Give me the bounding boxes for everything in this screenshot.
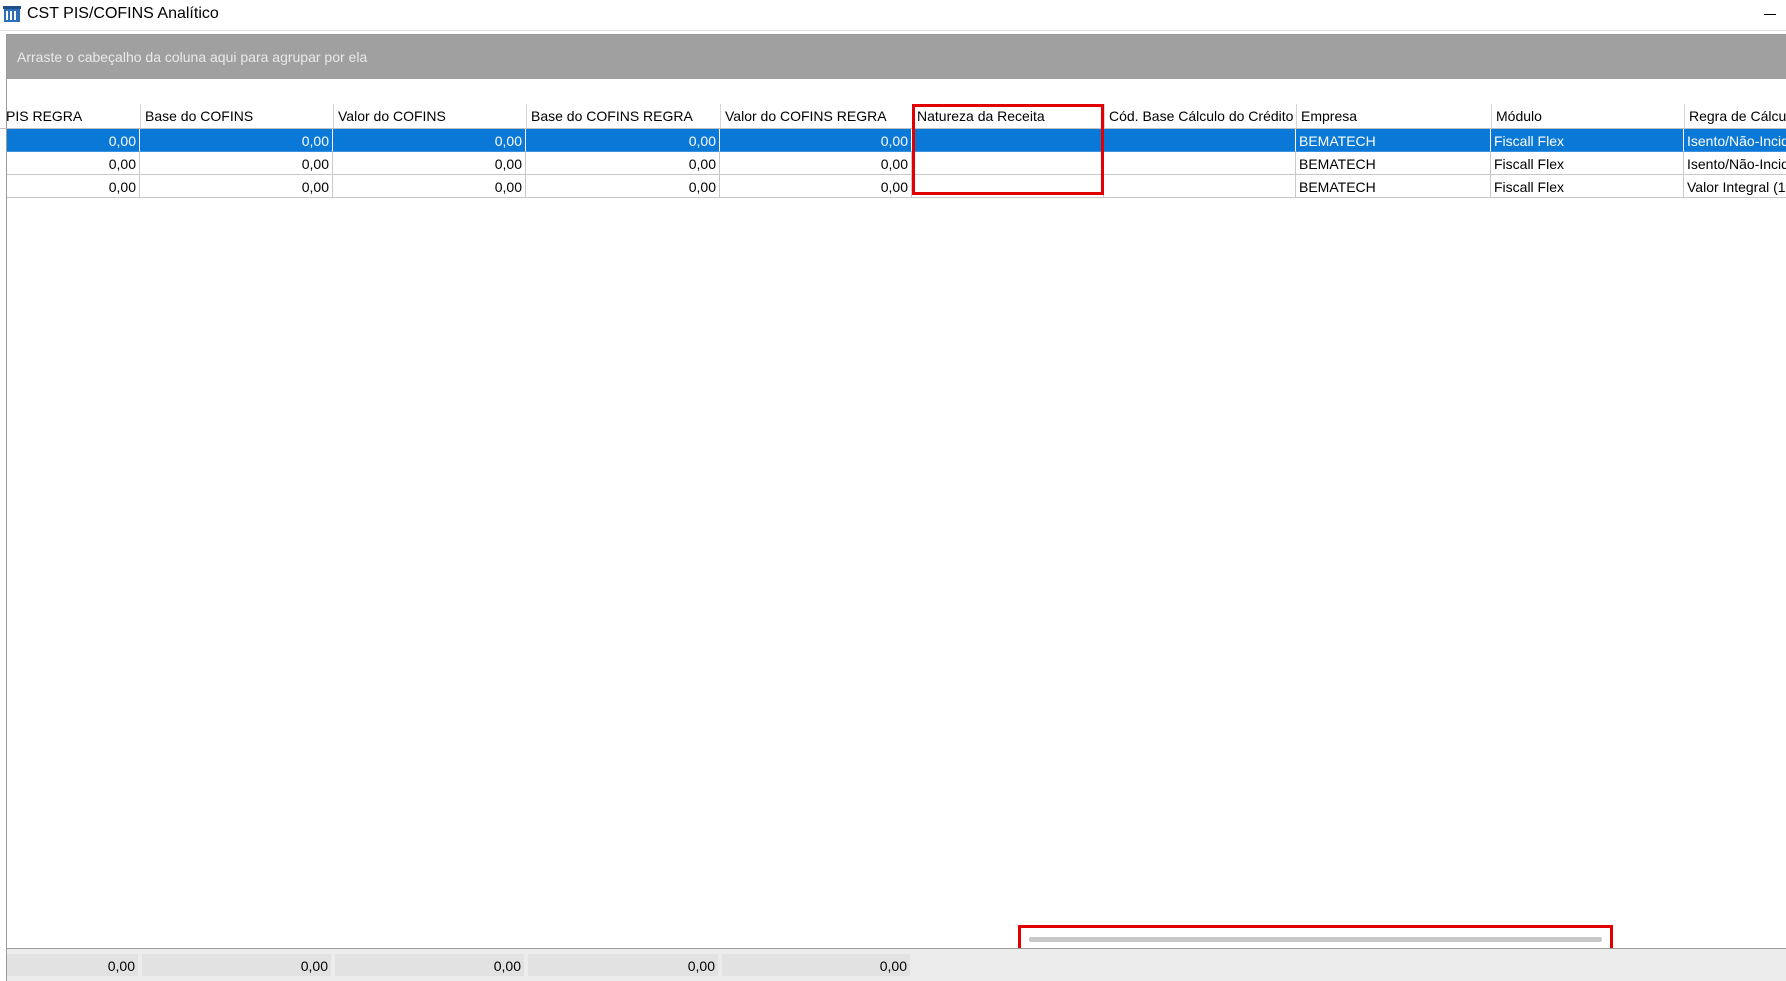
total-valor-cofins: 0,00 [335,954,524,976]
column-header-regra-calculo[interactable]: Regra de Cálculo [1684,104,1786,128]
column-header-base-cofins-regra[interactable]: Base do COFINS REGRA [526,104,720,128]
window-titlebar: CST PIS/COFINS Analítico [0,0,1786,31]
cell-valor-cofins-regra: 0,00 [720,152,912,175]
grid-header-row: PIS REGRA Base do COFINS Valor do COFINS… [0,104,1786,128]
column-header-pis-regra[interactable]: PIS REGRA [0,104,140,128]
column-header-valor-cofins[interactable]: Valor do COFINS [333,104,526,128]
cell-pis-regra: 0,00 [7,152,140,175]
cell-valor-cofins: 0,00 [333,175,526,198]
total-valor-cofins-regra: 0,00 [722,954,910,976]
cell-regra-calculo: Isento/Não-Incid [1684,129,1786,152]
total-base-cofins: 0,00 [142,954,331,976]
cell-modulo: Fiscall Flex [1491,175,1684,198]
app-building-icon [3,6,21,22]
cell-empresa: BEMATECH [1296,175,1491,198]
column-header-base-cofins[interactable]: Base do COFINS [140,104,333,128]
cell-cod-base-credito [1104,152,1296,175]
cell-natureza-receita [912,129,1104,152]
table-row[interactable]: 0,00 0,00 0,00 0,00 0,00 BEMATECH Fiscal… [7,129,1786,152]
cell-base-cofins: 0,00 [140,175,333,198]
cell-regra-calculo: Valor Integral (10 [1684,175,1786,198]
table-row[interactable]: 0,00 0,00 0,00 0,00 0,00 BEMATECH Fiscal… [7,175,1786,198]
cell-base-cofins: 0,00 [140,129,333,152]
cell-modulo: Fiscall Flex [1491,152,1684,175]
cell-regra-calculo: Isento/Não-Incid [1684,152,1786,175]
column-header-natureza-receita[interactable]: Natureza da Receita [912,104,1104,128]
cell-natureza-receita [912,175,1104,198]
cell-valor-cofins-regra: 0,00 [720,129,912,152]
minimize-button[interactable] [1756,0,1786,30]
cell-natureza-receita [912,152,1104,175]
group-by-hint: Arraste o cabeçalho da coluna aqui para … [17,49,368,65]
column-header-cod-base-credito[interactable]: Cód. Base Cálculo do Crédito [1104,104,1296,128]
table-row[interactable]: 0,00 0,00 0,00 0,00 0,00 BEMATECH Fiscal… [7,152,1786,175]
minimize-icon [1764,14,1776,15]
cell-valor-cofins: 0,00 [333,152,526,175]
cell-base-cofins: 0,00 [140,152,333,175]
cell-valor-cofins: 0,00 [333,129,526,152]
cell-base-cofins-regra: 0,00 [526,129,720,152]
cell-valor-cofins-regra: 0,00 [720,175,912,198]
grid-footer-totals: 0,00 0,00 0,00 0,00 0,00 [7,948,1786,981]
cell-cod-base-credito [1104,129,1296,152]
cell-pis-regra: 0,00 [7,129,140,152]
window-title: CST PIS/COFINS Analítico [27,5,219,22]
cell-empresa: BEMATECH [1296,129,1491,152]
total-base-cofins-regra: 0,00 [528,954,718,976]
cell-base-cofins-regra: 0,00 [526,152,720,175]
cell-modulo: Fiscall Flex [1491,129,1684,152]
column-header-empresa[interactable]: Empresa [1296,104,1491,128]
horizontal-scrollbar-thumb[interactable] [1029,937,1602,942]
cell-pis-regra: 0,00 [7,175,140,198]
cell-empresa: BEMATECH [1296,152,1491,175]
group-by-panel[interactable]: Arraste o cabeçalho da coluna aqui para … [7,35,1786,79]
total-pis-regra: 0,00 [7,954,138,976]
cell-cod-base-credito [1104,175,1296,198]
column-header-modulo[interactable]: Módulo [1491,104,1684,128]
cell-base-cofins-regra: 0,00 [526,175,720,198]
column-header-valor-cofins-regra[interactable]: Valor do COFINS REGRA [720,104,912,128]
